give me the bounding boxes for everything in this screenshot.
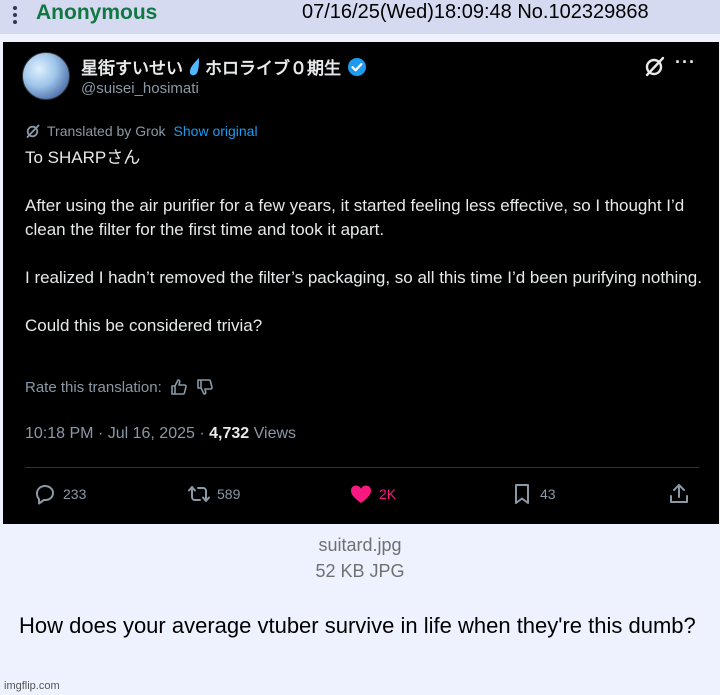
rate-translation-label: Rate this translation:: [25, 378, 162, 396]
share-icon: [670, 484, 688, 503]
tweet-text: To SHARPさん After using the air purifier …: [25, 146, 705, 362]
post-datetime: 07/16/25(Wed)18:09:48: [302, 1, 512, 23]
display-name-suffix: ホロライブ０期生: [205, 59, 341, 78]
file-info: 52 KB JPG: [315, 561, 405, 581]
verified-badge-icon: [348, 57, 366, 76]
tweet-timestamp: 10:18 PM · Jul 16, 2025 · 4,732 Views: [25, 425, 297, 442]
repost-count: 589: [217, 486, 241, 502]
show-original-link[interactable]: Show original: [174, 123, 258, 139]
grok-small-icon: [26, 124, 40, 138]
file-name[interactable]: suitard.jpg: [0, 535, 720, 556]
tweet-paragraph: I realized I hadn’t removed the filter’s…: [25, 268, 702, 287]
watermark: imgflip.com: [4, 680, 60, 692]
more-options-icon[interactable]: ···: [675, 52, 699, 72]
rate-translation: Rate this translation:: [25, 378, 214, 396]
heart-icon: [351, 485, 371, 503]
like-button[interactable]: 2K: [349, 482, 396, 506]
post-menu-icon[interactable]: [10, 4, 20, 26]
tweet-paragraph: To SHARPさん: [25, 148, 141, 167]
display-name-prefix: 星街すいせい: [81, 59, 183, 78]
post-header: Anonymous 07/16/25(Wed)18:09:48 No.10232…: [0, 0, 720, 34]
action-bar: 233 589 2K 43: [25, 482, 699, 512]
divider: [25, 467, 699, 468]
water-drop-icon: [189, 57, 199, 75]
share-button[interactable]: [667, 482, 691, 506]
post-meta: 07/16/25(Wed)18:09:48 No.102329868: [302, 1, 649, 24]
bookmark-button[interactable]: 43: [510, 482, 556, 506]
grok-icon[interactable]: [643, 54, 667, 78]
reply-count: 233: [63, 486, 87, 502]
post-comment: How does your average vtuber survive in …: [19, 613, 696, 638]
tweet-date[interactable]: Jul 16, 2025: [108, 425, 195, 442]
poster-name: Anonymous: [36, 1, 158, 24]
translation-notice: Translated by Grok Show original: [25, 123, 258, 139]
tweet-paragraph: After using the air purifier for a few y…: [25, 196, 685, 239]
tweet-time[interactable]: 10:18 PM: [25, 425, 93, 442]
reply-button[interactable]: 233: [33, 482, 86, 506]
thumbs-up-icon[interactable]: [170, 378, 188, 396]
tweet-paragraph: Could this be considered trivia?: [25, 316, 263, 335]
bookmark-count: 43: [540, 486, 556, 502]
display-name[interactable]: 星街すいせい ホロライブ０期生: [81, 54, 367, 79]
views-count: 4,732: [209, 425, 250, 442]
thumbs-down-icon[interactable]: [196, 378, 214, 396]
user-handle[interactable]: @suisei_hosimati: [81, 80, 199, 97]
reply-icon: [36, 485, 54, 505]
repost-icon: [188, 486, 210, 502]
translated-by-label: Translated by Grok: [47, 123, 166, 139]
tweet-screenshot: 星街すいせい ホロライブ０期生 @suisei_hosimati ··· Tra…: [3, 42, 719, 524]
post-number[interactable]: No.102329868: [517, 1, 648, 23]
like-count: 2K: [379, 486, 397, 502]
avatar[interactable]: [22, 52, 70, 100]
repost-button[interactable]: 589: [187, 482, 240, 506]
views-label: Views: [253, 425, 297, 442]
bookmark-icon: [515, 484, 529, 504]
